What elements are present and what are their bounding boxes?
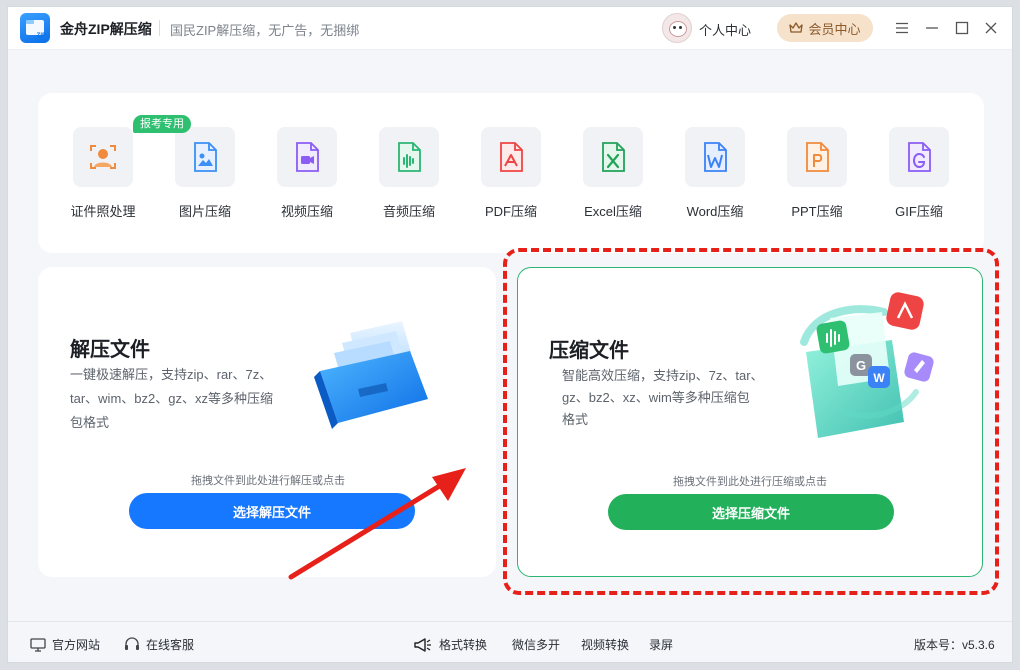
format-convert-link[interactable]: 格式转换 xyxy=(413,636,487,653)
screen-record-link[interactable]: 录屏 xyxy=(649,636,673,653)
megaphone-icon xyxy=(414,637,431,652)
video-convert-link[interactable]: 视频转换 xyxy=(581,636,629,653)
official-site-link[interactable]: 官方网站 xyxy=(30,636,100,653)
monitor-icon xyxy=(30,637,46,652)
headset-icon xyxy=(125,637,139,650)
red-arrow-icon xyxy=(288,468,466,580)
footer-bar: 官方网站 在线客服 格式转换 微信多开 视频转换 录屏 版本号：v5.3.6 xyxy=(8,621,1012,662)
app-window: ZIP 金舟ZIP解压缩 国民ZIP解压缩，无广告，无捆绑 个人中心 会员中心 xyxy=(7,6,1013,663)
version-label: 版本号：v5.3.6 xyxy=(914,638,995,652)
online-service-link[interactable]: 在线客服 xyxy=(124,636,194,653)
wechat-multi-link[interactable]: 微信多开 xyxy=(512,636,560,653)
